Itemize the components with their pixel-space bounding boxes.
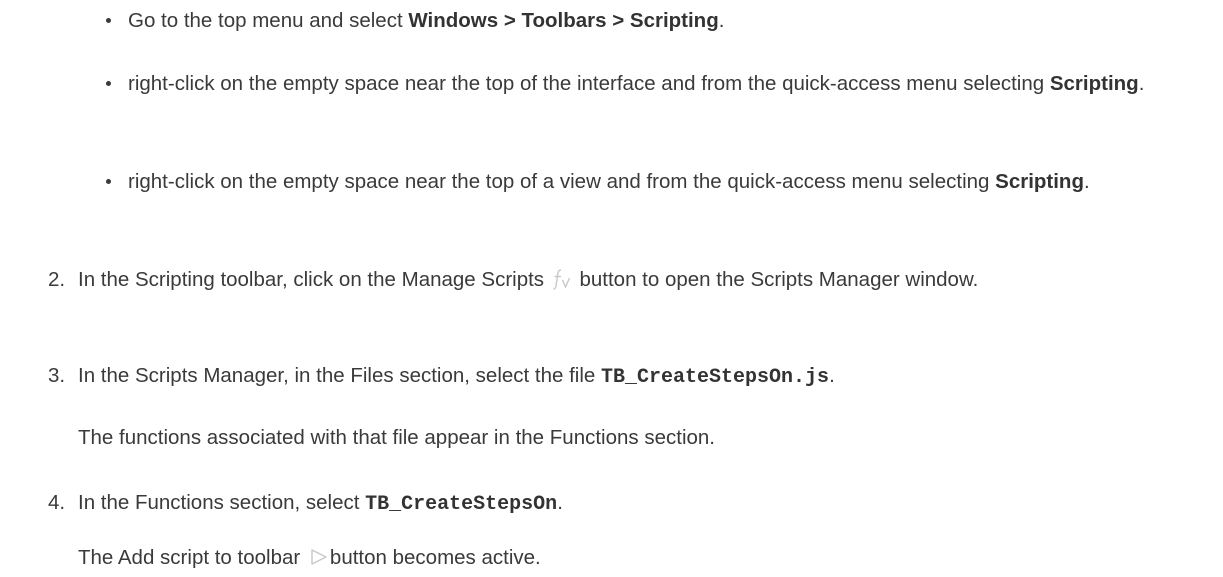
bullet-dot	[106, 179, 111, 184]
note-text: The Add script to toolbar	[78, 546, 301, 569]
bullet-text: Go to the top menu and select	[128, 9, 409, 32]
step-punct: .	[557, 491, 563, 514]
document-page: Go to the top menu and select Windows > …	[0, 0, 1223, 576]
step-punct: .	[829, 364, 835, 387]
step-text-cont: button to open the Scripts Manager windo…	[579, 268, 979, 291]
bullet-punct: .	[718, 9, 725, 32]
step-text: In the Scripting toolbar, click on the M…	[78, 268, 545, 291]
menu-path: Windows > Toolbars > Scripting	[408, 9, 719, 32]
step-text: In the Functions section, select	[78, 491, 366, 514]
bullet-punct: .	[1138, 72, 1145, 95]
bullet-text: right-click on the empty space near the …	[128, 170, 996, 193]
bullet-punct: .	[1083, 170, 1090, 193]
list-item: Go to the top menu and select Windows > …	[100, 3, 1223, 38]
step-4: 4. In the Functions section, select TB_C…	[48, 485, 1223, 522]
function-name: TB_CreateStepsOn	[365, 493, 558, 516]
step-3-note: The functions associated with that file …	[78, 426, 716, 449]
step-number: 3.	[48, 364, 66, 387]
bullet-text: right-click on the empty space near the …	[128, 72, 1050, 95]
step-4-note: The Add script to toolbar button becomes…	[78, 540, 1208, 575]
file-name: TB_CreateStepsOn.js	[601, 366, 830, 389]
function-icon	[552, 267, 572, 291]
list-item: right-click on the empty space near the …	[100, 164, 1223, 199]
note-text-cont: button becomes active.	[329, 546, 541, 569]
step-number: 4.	[48, 491, 66, 514]
step-2: 2. In the Scripting toolbar, click on th…	[48, 262, 1223, 297]
play-icon	[310, 542, 328, 565]
step-text: In the Scripts Manager, in the Files sec…	[78, 364, 602, 387]
menu-item-name: Scripting	[1049, 72, 1139, 95]
menu-item-name: Scripting	[995, 170, 1084, 193]
step-3: 3. In the Scripts Manager, in the Files …	[48, 358, 1223, 395]
bullet-dot	[106, 81, 111, 86]
step-number: 2.	[48, 268, 66, 291]
list-item: right-click on the empty space near the …	[100, 66, 1223, 101]
bullet-dot	[106, 18, 111, 23]
